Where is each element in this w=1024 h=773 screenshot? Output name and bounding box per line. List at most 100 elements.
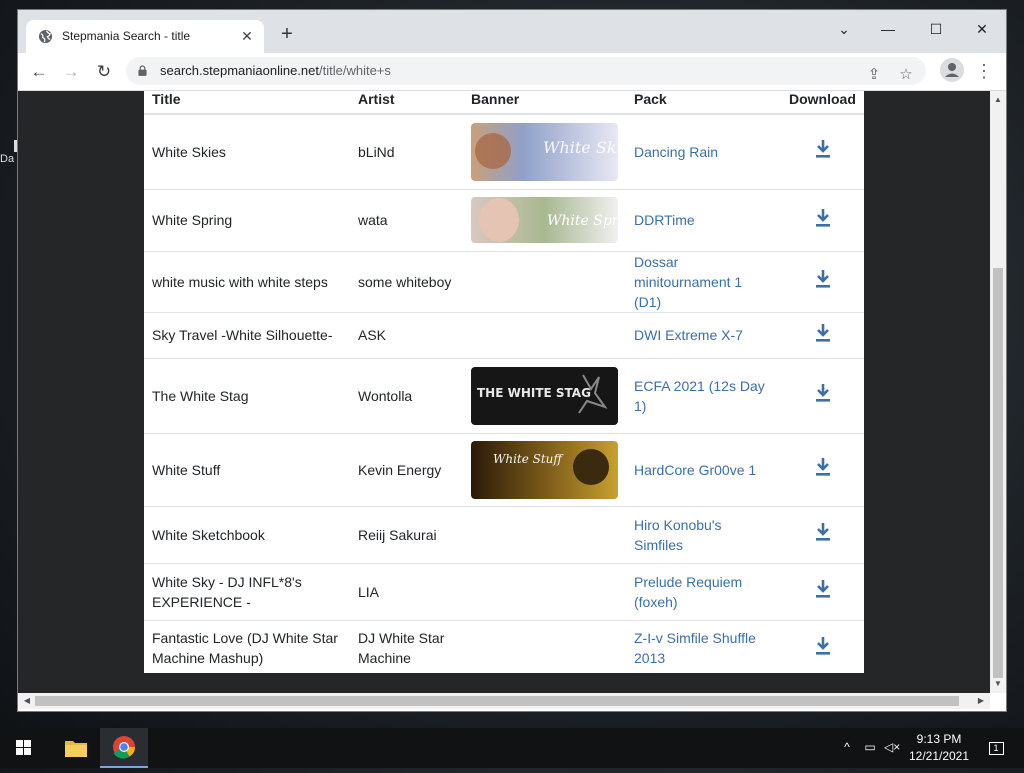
header-banner: Banner <box>463 91 626 115</box>
forward-icon[interactable]: → <box>58 59 84 85</box>
url-text: search.stepmaniaonline.net/title/white+s <box>160 63 391 78</box>
banner-image: White Skies <box>471 122 618 181</box>
download-cell <box>781 250 864 312</box>
profile-avatar[interactable] <box>940 58 964 82</box>
notification-icon[interactable]: 1 <box>986 739 1006 755</box>
address-bar[interactable]: search.stepmaniaonline.net/title/white+s… <box>126 57 926 85</box>
download-icon[interactable] <box>814 457 832 477</box>
pack-link[interactable]: ECFA 2021 (12s Day 1) <box>634 378 765 414</box>
vertical-scroll-thumb[interactable] <box>993 268 1003 678</box>
file-explorer-button[interactable] <box>52 728 100 768</box>
browser-window: Stepmania Search - title ✕ + ⌄ — ☐ ✕ ← →… <box>18 10 1006 711</box>
folder-icon <box>65 741 87 757</box>
chevron-up-icon[interactable]: ^ <box>839 739 855 755</box>
header-title[interactable]: Title <box>144 91 350 115</box>
table-row: Sky Travel -White Silhouette- ASK DWI Ex… <box>144 311 864 358</box>
pack-cell: Dossar minitournament 1 (D1) <box>626 250 781 312</box>
reload-icon[interactable]: ↻ <box>91 59 117 85</box>
system-clock[interactable]: 9:13 PM 12/21/2021 <box>904 731 974 765</box>
results-table: Title Artist Banner Pack Download White … <box>144 91 864 676</box>
banner-cell: White Stuff <box>463 432 626 506</box>
page-viewport: Title Artist Banner Pack Download White … <box>18 91 990 693</box>
scroll-down-icon[interactable]: ▼ <box>990 677 1006 691</box>
song-title: White Stuff <box>144 432 350 506</box>
table-row: White Sketchbook Reiij Sakurai Hiro Kono… <box>144 505 864 563</box>
new-tab-button[interactable]: + <box>276 24 298 46</box>
taskbar: ^ ▭ ◁× 9:13 PM 12/21/2021 1 <box>0 728 1024 768</box>
scroll-left-icon[interactable]: ◀ <box>20 693 34 709</box>
horizontal-scrollbar[interactable]: ◀ ▶ <box>18 693 990 709</box>
url-path: /title/white+s <box>319 63 391 78</box>
pack-link[interactable]: HardCore Gr00ve 1 <box>634 462 756 478</box>
volume-muted-icon[interactable]: ◁× <box>884 739 900 755</box>
clock-date: 12/21/2021 <box>908 749 970 763</box>
download-icon[interactable] <box>814 579 832 599</box>
download-cell <box>781 357 864 433</box>
active-tab[interactable]: Stepmania Search - title ✕ <box>26 20 264 53</box>
pack-link[interactable]: DWI Extreme X-7 <box>634 327 743 343</box>
url-host: search.stepmaniaonline.net <box>160 63 319 78</box>
back-icon[interactable]: ← <box>26 59 52 85</box>
maximize-button[interactable]: ☐ <box>914 14 958 44</box>
song-artist: Kevin Energy <box>350 432 463 506</box>
banner-text: White Spring <box>547 213 618 229</box>
banner-text: White Stuff <box>493 452 564 466</box>
scroll-right-icon[interactable]: ▶ <box>974 693 988 709</box>
results-panel: Title Artist Banner Pack Download White … <box>144 91 864 676</box>
banner-cell <box>463 562 626 620</box>
pack-cell: Dancing Rain <box>626 113 781 189</box>
table-row: The White Stag Wontolla THE WHITE STAG E… <box>144 357 864 433</box>
song-artist: DJ White Star Machine <box>350 619 463 676</box>
bookmark-star-icon[interactable]: ☆ <box>894 63 918 87</box>
pack-link[interactable]: Dossar minitournament 1 (D1) <box>634 254 742 310</box>
download-icon[interactable] <box>814 383 832 403</box>
tab-close-icon[interactable]: ✕ <box>238 27 256 45</box>
song-title: Sky Travel -White Silhouette- <box>144 311 350 358</box>
table-row: White Skies bLiNd White Skies Dancing Ra… <box>144 113 864 189</box>
pack-cell: Hiro Konobu's Simfiles <box>626 505 781 563</box>
chrome-taskbar-button[interactable] <box>100 728 148 768</box>
pack-link[interactable]: Dancing Rain <box>634 144 718 160</box>
pack-link[interactable]: Hiro Konobu's Simfiles <box>634 517 722 553</box>
pack-cell: ECFA 2021 (12s Day 1) <box>626 357 781 433</box>
tab-search-icon[interactable]: ⌄ <box>822 14 866 44</box>
browser-toolbar: ← → ↻ search.stepmaniaonline.net/title/w… <box>18 53 1006 91</box>
clock-time: 9:13 PM <box>916 732 962 746</box>
lock-icon <box>138 65 147 76</box>
start-button[interactable] <box>0 728 48 768</box>
download-cell <box>781 311 864 358</box>
song-title: White Spring <box>144 188 350 251</box>
share-icon[interactable]: ⇪ <box>862 63 886 87</box>
pack-link[interactable]: DDRTime <box>634 212 695 228</box>
menu-kebab-icon[interactable]: ⋮ <box>972 59 996 83</box>
download-icon[interactable] <box>814 522 832 542</box>
person-icon <box>945 63 959 77</box>
horizontal-scroll-thumb[interactable] <box>35 696 959 706</box>
table-row: White Stuff Kevin Energy White Stuff Har… <box>144 432 864 506</box>
scroll-up-icon[interactable]: ▲ <box>990 93 1006 107</box>
pack-cell: DWI Extreme X-7 <box>626 311 781 358</box>
windows-logo-icon <box>16 740 31 755</box>
desktop-icon-label[interactable]: Da <box>0 140 18 166</box>
table-row: white music with white steps some whiteb… <box>144 250 864 312</box>
banner-cell <box>463 505 626 563</box>
banner-cell: White Spring <box>463 188 626 251</box>
pack-link[interactable]: Z-I-v Simfile Shuffle 2013 <box>634 630 756 666</box>
song-title: white music with white steps <box>144 250 350 312</box>
song-title: The White Stag <box>144 357 350 433</box>
pack-link[interactable]: Prelude Requiem (foxeh) <box>634 574 742 610</box>
header-artist[interactable]: Artist <box>350 91 463 115</box>
download-icon[interactable] <box>814 323 832 343</box>
minimize-button[interactable]: — <box>866 14 910 44</box>
download-icon[interactable] <box>814 269 832 289</box>
download-cell <box>781 432 864 506</box>
download-icon[interactable] <box>814 208 832 228</box>
download-icon[interactable] <box>814 636 832 656</box>
table-row: Fantastic Love (DJ White Star Machine Ma… <box>144 619 864 676</box>
vertical-scrollbar[interactable]: ▲ ▼ <box>990 91 1006 693</box>
close-window-button[interactable]: ✕ <box>960 14 1004 44</box>
header-pack[interactable]: Pack <box>626 91 781 115</box>
network-icon[interactable]: ▭ <box>862 739 878 755</box>
download-icon[interactable] <box>814 139 832 159</box>
song-artist: bLiNd <box>350 113 463 189</box>
